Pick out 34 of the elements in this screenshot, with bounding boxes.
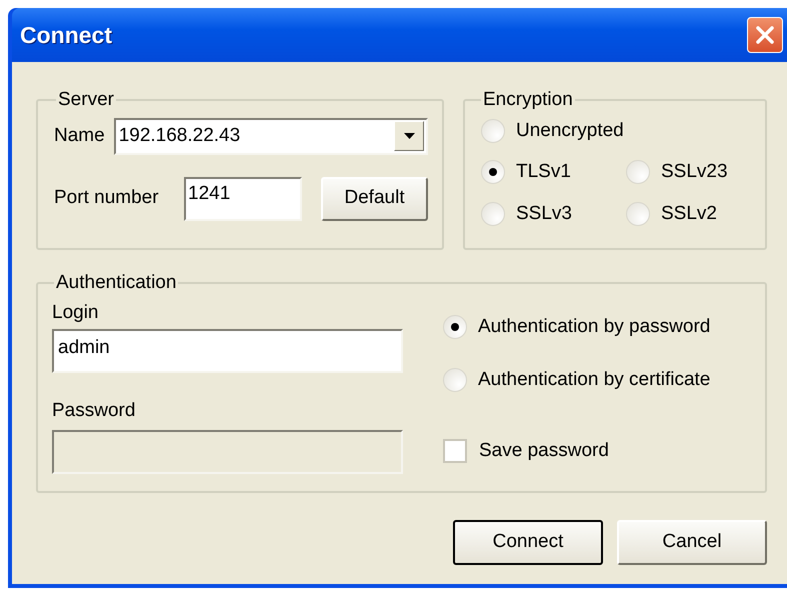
dialog-button[interactable]: Connect: [453, 520, 603, 565]
radio-button[interactable]: [481, 160, 505, 184]
field-label: Port number: [54, 186, 160, 210]
radio-label: Unencrypted: [516, 118, 624, 142]
radio-label: SSLv3: [516, 202, 572, 226]
radio-button[interactable]: [481, 202, 505, 226]
login-field[interactable]: admin: [52, 329, 403, 373]
radio-button[interactable]: [443, 314, 467, 339]
radio-label: TLSv1: [516, 160, 571, 184]
radio-button[interactable]: [443, 368, 467, 392]
radio-button[interactable]: [626, 160, 650, 184]
caret-icon: [404, 133, 414, 139]
checkbox-label: Save password: [479, 438, 609, 462]
save-password-checkbox[interactable]: [443, 438, 467, 463]
close-button[interactable]: [747, 17, 783, 53]
close-icon: [755, 25, 775, 45]
dropdown-button[interactable]: [394, 121, 424, 151]
radio-label: SSLv2: [661, 202, 717, 226]
radio-label: Authentication by password: [478, 314, 710, 338]
radio-button[interactable]: [626, 202, 650, 226]
radio-button[interactable]: [481, 118, 505, 143]
radio-label: Authentication by certificate: [478, 368, 710, 392]
field-label: Password: [52, 399, 136, 423]
field-label: Login: [52, 300, 100, 324]
server-name-dropdown[interactable]: 192.168.22.43: [114, 118, 428, 154]
port-field[interactable]: 1241: [184, 176, 302, 220]
group-title: Authentication: [55, 271, 178, 295]
window-title: Connect: [20, 20, 112, 50]
dialog-button[interactable]: Cancel: [617, 520, 767, 565]
group-title: Encryption: [482, 88, 574, 112]
radio-label: SSLv23: [661, 160, 728, 184]
default-button[interactable]: Default: [321, 176, 428, 220]
field-label: Name: [54, 124, 105, 148]
group-title: Server: [57, 88, 115, 112]
